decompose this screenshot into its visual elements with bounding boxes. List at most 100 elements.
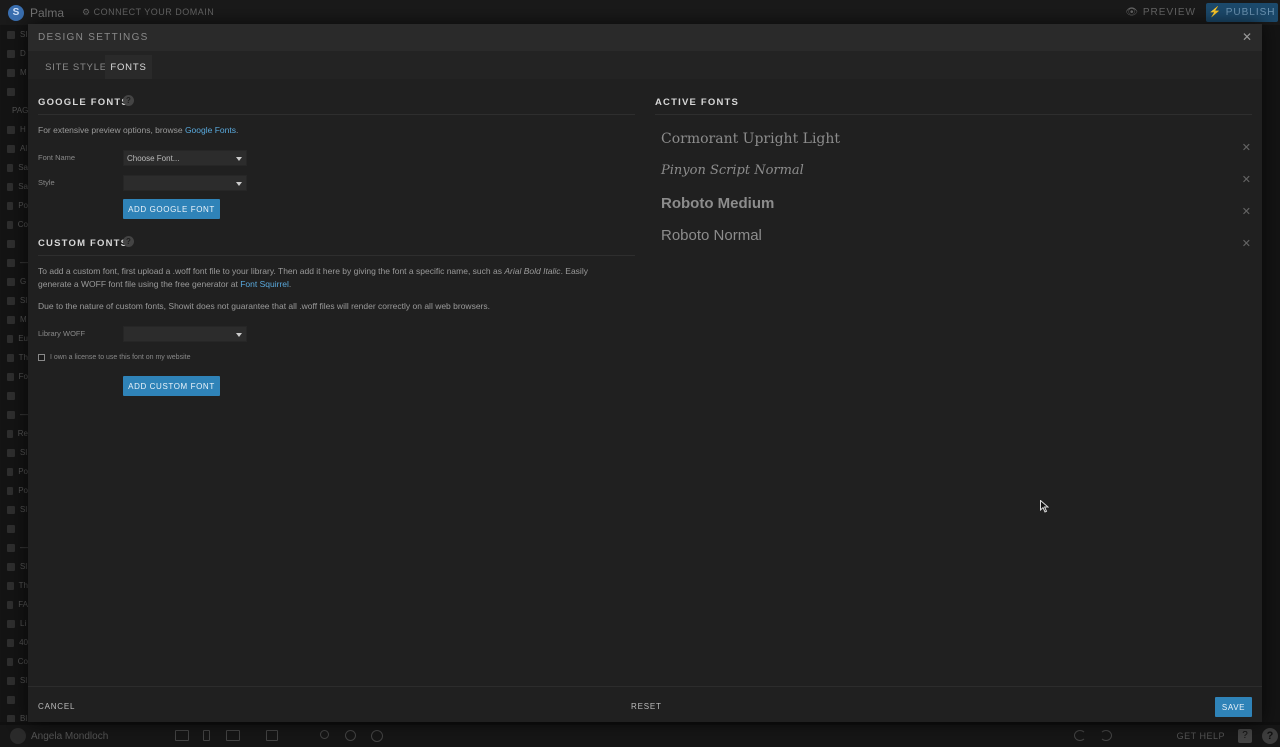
avatar[interactable] <box>10 728 26 744</box>
page-icon <box>7 258 15 267</box>
add-custom-font-button[interactable]: ADD CUSTOM FONT <box>123 376 220 396</box>
page-icon <box>7 695 15 704</box>
sidebar-page-item[interactable]: Po <box>0 462 28 481</box>
page-icon <box>7 68 15 77</box>
cancel-button[interactable]: CANCEL <box>38 702 75 711</box>
redo-icon[interactable] <box>1100 730 1112 741</box>
divider <box>655 114 1252 115</box>
undo-icon[interactable] <box>1074 730 1086 741</box>
page-icon <box>7 600 14 609</box>
sidebar-page-item[interactable]: Sl <box>0 291 28 310</box>
style-select[interactable] <box>123 175 247 191</box>
sidebar-page-label: D <box>20 49 26 58</box>
library-woff-select[interactable] <box>123 326 247 342</box>
sidebar-page-label: Th <box>18 581 28 590</box>
remove-font-icon[interactable]: ✕ <box>1242 237 1251 250</box>
google-fonts-link[interactable]: Google Fonts <box>185 125 236 135</box>
style-label: Style <box>38 178 55 187</box>
sidebar-page-label: M <box>20 315 27 324</box>
remove-font-icon[interactable]: ✕ <box>1242 205 1251 218</box>
sidebar-page-item[interactable]: Re <box>0 424 28 443</box>
custom-fonts-help-icon[interactable]: ? <box>123 236 134 247</box>
font-name-label: Font Name <box>38 153 76 162</box>
publish-button[interactable]: ⚡ PUBLISH <box>1206 3 1278 22</box>
sidebar-page-item[interactable]: D <box>0 44 28 63</box>
sidebar-page-item[interactable]: Sl <box>0 557 28 576</box>
sidebar-page-label: Po <box>18 486 28 495</box>
sidebar-page-item[interactable]: M <box>0 310 28 329</box>
close-icon[interactable]: ✕ <box>1242 30 1252 44</box>
remove-font-icon[interactable]: ✕ <box>1242 173 1251 186</box>
help-book-icon[interactable]: ? <box>1238 729 1252 743</box>
sidebar-page-item[interactable]: SI <box>0 25 28 44</box>
remove-font-icon[interactable]: ✕ <box>1242 141 1251 154</box>
page-icon <box>7 144 15 153</box>
sidebar-page-item[interactable]: PAGE <box>0 101 28 120</box>
zoom-fit-icon[interactable] <box>371 730 383 742</box>
add-google-font-button[interactable]: ADD GOOGLE FONT <box>123 199 220 219</box>
library-woff-label: Library WOFF <box>38 329 86 338</box>
font-name-select[interactable]: Choose Font... <box>123 150 247 166</box>
sidebar-page-label: Co <box>17 220 28 229</box>
sidebar-page-item[interactable]: Co <box>0 652 28 671</box>
font-squirrel-link[interactable]: Font Squirrel <box>240 279 289 289</box>
sidebar-page-item[interactable]: Sl <box>0 671 28 690</box>
sidebar-page-item[interactable]: Sl <box>0 500 28 519</box>
sidebar-page-item[interactable]: Sa <box>0 177 28 196</box>
page-icon <box>7 448 15 457</box>
sidebar-page-item[interactable]: Sa <box>0 158 28 177</box>
sidebar-page-item[interactable]: Al <box>0 139 28 158</box>
user-name: Angela Mondloch <box>31 730 109 742</box>
page-icon <box>7 239 15 248</box>
sidebar-page-item[interactable] <box>0 234 28 253</box>
sidebar-page-label: Li <box>20 619 27 628</box>
active-fonts-title: ACTIVE FONTS <box>655 97 740 108</box>
sidebar-page-item[interactable]: H <box>0 120 28 139</box>
sidebar-page-item[interactable]: — <box>0 253 28 272</box>
sidebar-page-item[interactable]: Sl <box>0 443 28 462</box>
sidebar-page-item[interactable] <box>0 82 28 101</box>
zoom-out-icon[interactable] <box>320 730 329 739</box>
sidebar-page-item[interactable]: — <box>0 405 28 424</box>
sidebar-page-item[interactable]: M <box>0 63 28 82</box>
chevron-down-icon <box>236 182 242 186</box>
sidebar-page-item[interactable]: Th <box>0 348 28 367</box>
sidebar-page-item[interactable]: 40 <box>0 633 28 652</box>
zoom-in-icon[interactable] <box>345 730 356 741</box>
help-circle-icon[interactable]: ? <box>1262 728 1278 744</box>
save-button[interactable]: SAVE <box>1215 697 1252 717</box>
sidebar-page-item[interactable]: Th <box>0 576 28 595</box>
site-name[interactable]: Palma <box>30 6 64 20</box>
sidebar-page-item[interactable]: Li <box>0 614 28 633</box>
reset-button[interactable]: RESET <box>631 702 662 711</box>
sidebar-page-item[interactable]: Eu <box>0 329 28 348</box>
active-font-item: Pinyon Script Normal ✕ <box>661 163 1251 193</box>
google-fonts-help-icon[interactable]: ? <box>123 95 134 106</box>
custom-fonts-instructions: To add a custom font, first upload a .wo… <box>38 266 588 289</box>
mobile-view-icon[interactable] <box>203 730 210 741</box>
sidebar-page-item[interactable] <box>0 690 28 709</box>
preview-button[interactable]: 👁 PREVIEW <box>1125 7 1196 18</box>
license-checkbox[interactable] <box>38 354 45 361</box>
sidebar-page-item[interactable] <box>0 519 28 538</box>
tab-site-style[interactable]: SITE STYLE <box>38 55 114 79</box>
page-icon <box>7 315 15 324</box>
sidebar-page-item[interactable]: Fo <box>0 367 28 386</box>
sidebar-page-item[interactable]: — <box>0 538 28 557</box>
sidebar-page-item[interactable]: FA <box>0 595 28 614</box>
active-font-item: Roboto Medium ✕ <box>661 195 1251 225</box>
sidebar-page-item[interactable]: G <box>0 272 28 291</box>
active-font-name: Pinyon Script Normal <box>661 163 804 178</box>
sidebar-page-item[interactable]: Bl <box>0 709 28 722</box>
desktop-view-icon[interactable] <box>226 730 240 741</box>
sidebar-page-item[interactable]: Co <box>0 215 28 234</box>
sidebar-page-item[interactable]: Po <box>0 196 28 215</box>
tablet-view-icon[interactable] <box>175 730 189 741</box>
tab-fonts[interactable]: FONTS <box>105 55 152 79</box>
canvas-icon[interactable] <box>266 730 278 741</box>
connect-domain-link[interactable]: ⚙ CONNECT YOUR DOMAIN <box>82 7 214 18</box>
sidebar-page-item[interactable] <box>0 386 28 405</box>
sidebar-page-item[interactable]: Po <box>0 481 28 500</box>
modal-footer: CANCEL RESET SAVE <box>28 686 1262 722</box>
get-help-link[interactable]: GET HELP <box>1177 731 1225 741</box>
